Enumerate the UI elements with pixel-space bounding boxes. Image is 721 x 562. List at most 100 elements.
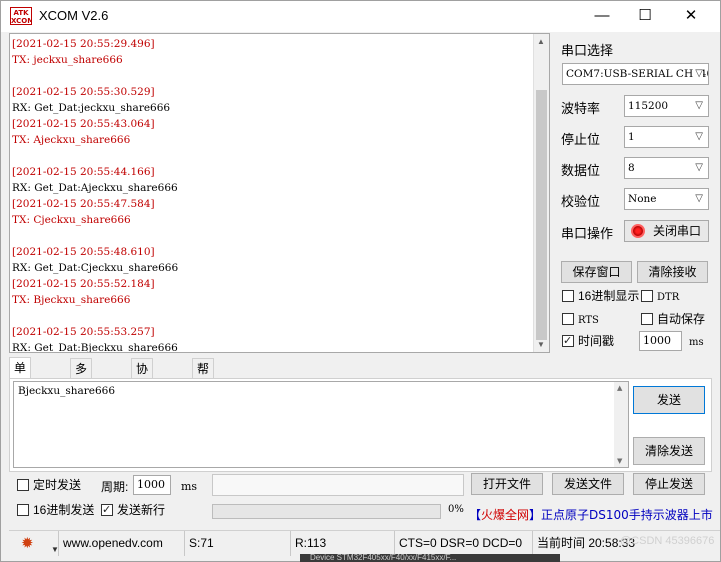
send-button[interactable]: 发送 [633,386,705,414]
hex-send-checkbox[interactable]: 16进制发送 [17,502,94,518]
send-newline-box[interactable] [101,502,113,518]
receive-line: [2021-02-15 20:55:30.529] [12,86,155,98]
promo-text: 正点原子DS100手持示波器上市 [541,508,713,522]
stop-bits-select[interactable]: 1 ▽ [624,126,709,148]
file-path-field[interactable] [212,474,464,496]
hex-display-label: 16进制显示 [578,289,640,303]
send-file-button[interactable]: 发送文件 [552,473,624,495]
tab-help[interactable]: 帮助 [192,358,215,396]
clear-send-button[interactable]: 清除发送 [633,437,705,465]
send-newline-checkbox[interactable]: 发送新行 [101,502,165,518]
receive-textarea[interactable]: [2021-02-15 20:55:29.496] TX: jeckxu_shar… [9,33,550,353]
scroll-up-icon[interactable]: ▲ [617,384,622,392]
receive-line: RX: Get_Dat:Cjeckxu_share666 [12,262,179,274]
port-select-value: COM7:USB-SERIAL CH340 [566,68,709,80]
hex-send-box[interactable] [17,504,29,516]
receive-line: TX: Ajeckxu_share666 [12,134,131,146]
close-port-label: 关闭串口 [653,224,702,238]
stop-bits-value: 1 [628,131,635,143]
timestamp-checkbox[interactable]: 时间戳 [562,333,614,349]
receive-line: RX: Get_Dat:jeckxu_share666 [12,102,171,114]
receive-scrollbar[interactable]: ▲ ▼ [533,34,549,352]
send-textarea[interactable]: Bjeckxu_share666 ▲ ▼ [13,381,629,468]
hex-display-box[interactable] [562,290,574,302]
timed-send-checkbox[interactable]: 定时发送 [17,477,81,493]
send-scrollbar[interactable]: ▲ ▼ [614,382,628,467]
receive-line: TX: jeckxu_share666 [12,54,123,66]
chevron-down-icon: ▽ [693,96,703,116]
promo-hot-text: 火爆全网 [481,508,530,522]
timestamp-interval-input[interactable]: 1000 [639,331,682,351]
save-window-button[interactable]: 保存窗口 [561,261,632,283]
parity-value: None [628,193,657,205]
gear-icon[interactable]: ✹ [21,536,34,551]
send-text: Bjeckxu_share666 [18,385,116,397]
promo-link[interactable]: 【火爆全网】正点原子DS100手持示波器上市 [469,506,713,523]
receive-line: [2021-02-15 20:55:52.184] [12,278,155,290]
timed-send-box[interactable] [17,479,29,491]
send-progress-bar [212,504,441,519]
scroll-down-icon[interactable]: ▼ [617,457,622,465]
receive-line: [2021-02-15 20:55:47.584] [12,198,155,210]
dtr-checkbox[interactable]: DTR [641,288,679,304]
auto-save-checkbox[interactable]: 自动保存 [641,311,705,327]
dtr-box[interactable] [641,290,653,302]
timed-send-label: 定时发送 [33,478,82,492]
maximize-button[interactable]: ☐ [622,1,668,31]
port-select[interactable]: COM7:USB-SERIAL CH340 ▽ [562,63,709,85]
scroll-up-icon[interactable]: ▲ [537,37,545,46]
receive-line [12,228,532,244]
send-progress-text: 0% [448,504,464,515]
minimize-button[interactable]: — [579,1,625,31]
promo-bracket-left: 【 [469,508,482,522]
stop-bits-label: 停止位 [561,132,601,147]
stop-send-button[interactable]: 停止发送 [633,473,705,495]
receive-line: RX: Get_Dat:Bjeckxu_share666 [12,342,178,353]
receive-line: TX: Bjeckxu_share666 [12,294,131,306]
port-status-led-icon [631,224,645,238]
chevron-down-icon: ▽ [693,189,703,209]
scroll-thumb[interactable] [536,90,547,340]
receive-line: [2021-02-15 20:55:43.064] [12,118,155,130]
hex-display-checkbox[interactable]: 16进制显示 [562,288,639,304]
website-link[interactable]: www.openedv.com [59,531,185,556]
period-label: 周期: [101,480,129,494]
rts-box[interactable] [562,313,574,325]
sent-count: S:71 [185,531,291,556]
period-unit: ms [181,480,198,493]
rts-checkbox[interactable]: RTS [562,311,599,327]
auto-save-box[interactable] [641,313,653,325]
clear-receive-button[interactable]: 清除接收 [637,261,708,283]
open-file-button[interactable]: 打开文件 [471,473,543,495]
watermark: @CSDN 45396676 [620,535,715,547]
port-label: 串口选择 [561,43,614,58]
period-input[interactable]: 1000 [133,475,171,495]
receive-line [12,148,532,164]
settings-menu[interactable]: ✹ ▼ [9,531,59,556]
receive-line: [2021-02-15 20:55:44.166] [12,166,155,178]
tab-single-send[interactable]: 单条发送 [9,357,32,435]
background-window-strip: Device STM32F405xx/F40/xx/F415xx/F... [300,554,560,562]
receive-line: TX: Cjeckxu_share666 [12,214,131,226]
chevron-down-icon: ▽ [693,64,703,84]
app-logo-icon: ATK XCOM [10,7,32,25]
title-bar[interactable]: ATK XCOM XCOM V2.6 — ☐ ✕ [1,1,720,32]
tab-multi-send[interactable]: 多条发送 [70,358,93,436]
close-button[interactable]: ✕ [668,1,714,31]
scroll-down-icon[interactable]: ▼ [537,340,545,349]
receive-line [12,308,532,324]
auto-save-label: 自动保存 [657,312,706,326]
timestamp-box[interactable] [562,333,574,349]
data-bits-value: 8 [628,162,635,174]
data-bits-select[interactable]: 8 ▽ [624,157,709,179]
close-port-button[interactable]: 关闭串口 [624,220,709,242]
tab-protocol[interactable]: 协议传输 [131,358,154,436]
baud-select-value: 115200 [628,100,669,112]
receive-line: RX: Get_Dat:Ajeckxu_share666 [12,182,178,194]
baud-select[interactable]: 115200 ▽ [624,95,709,117]
xcom-window: ATK XCOM XCOM V2.6 — ☐ ✕ [2021-02-15 20:5… [0,0,721,562]
receive-line: [2021-02-15 20:55:48.610] [12,246,155,258]
line-status: CTS=0 DSR=0 DCD=0 [395,531,533,556]
parity-select[interactable]: None ▽ [624,188,709,210]
chevron-down-icon[interactable]: ▼ [51,538,59,562]
